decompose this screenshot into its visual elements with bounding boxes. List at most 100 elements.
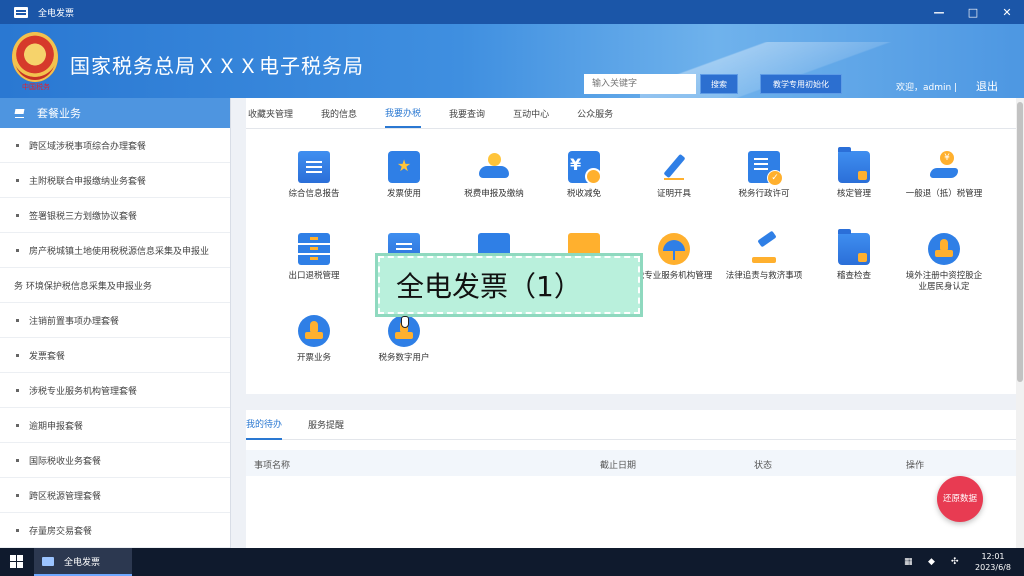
sidebar-item[interactable]: 注销前置事项办理套餐 <box>0 303 230 338</box>
service-tile[interactable]: 法律追责与救济事项 <box>722 233 806 282</box>
sidebar-item[interactable]: 签署银税三方划缴协议套餐 <box>0 198 230 233</box>
service-label: 稽查检查 <box>836 271 871 281</box>
site-title: 国家税务总局ＸＸＸ电子税务局 <box>70 54 364 78</box>
welcome-text: 欢迎，admin | <box>896 83 958 93</box>
page-scrollbar[interactable] <box>1016 98 1024 548</box>
sidebar-item[interactable]: 主附税联合申报缴纳业务套餐 <box>0 163 230 198</box>
service-tile[interactable]: 稽查检查 <box>812 229 896 282</box>
app-icon <box>42 556 54 566</box>
window-title: 全电发票 <box>38 8 75 19</box>
minimize-button[interactable]: — <box>922 0 956 24</box>
bullet-icon <box>16 423 19 427</box>
hand-coin-icon <box>478 151 510 183</box>
column-header: 状态 <box>754 461 773 471</box>
nav-tab[interactable]: 我要办税 <box>385 98 422 128</box>
sidebar-item-label: 房产税城镇土地使用税税源信息采集及申报业 <box>29 246 210 257</box>
service-label: 证明开具 <box>656 189 691 199</box>
sidebar-item-label: 主附税联合申报缴纳业务套餐 <box>29 176 147 187</box>
sidebar-item[interactable]: 跨区税源管理套餐 <box>0 478 230 513</box>
service-tile[interactable]: 综合信息报告 <box>272 151 356 200</box>
service-label: 境外注册中资控股企业居民身认定 <box>905 271 983 292</box>
nav-tab[interactable]: 我要查询 <box>449 98 485 128</box>
sidebar-item[interactable]: 逾期申报套餐 <box>0 408 230 443</box>
bullet-icon <box>16 388 19 392</box>
nav-tab[interactable]: 公众服务 <box>577 98 613 128</box>
scrollbar-thumb[interactable] <box>1017 102 1023 382</box>
sidebar-item-label: 发票套餐 <box>29 351 66 362</box>
bullet-icon <box>16 248 19 252</box>
service-label: 税专业服务机构管理 <box>635 271 713 281</box>
sidebar-item-label: 国际税收业务套餐 <box>29 456 102 467</box>
service-tile[interactable]: 税专业服务机构管理 <box>632 233 716 282</box>
service-label: 一般退（抵）税管理 <box>905 189 983 199</box>
teaching-init-button[interactable]: 教学专用初始化 <box>760 74 842 94</box>
expand-icon[interactable]: ✣ <box>951 548 959 576</box>
column-header: 操作 <box>906 461 925 471</box>
restore-data-button[interactable]: 还原数据 <box>937 476 983 522</box>
yen-ticket-icon <box>568 151 602 185</box>
bullet-icon <box>16 318 19 322</box>
todo-tabs: 我的待办 服务提醒 <box>246 410 1016 440</box>
service-tile[interactable]: 核定管理 <box>812 147 896 200</box>
coin-hand-icon <box>928 151 960 183</box>
sidebar-title: 套餐业务 <box>37 107 81 120</box>
column-header: 事项名称 <box>254 461 291 471</box>
windows-start-icon[interactable] <box>10 555 24 569</box>
taskbar-clock[interactable]: 12:01 2023/6/8 <box>968 551 1018 573</box>
bullet-icon <box>16 458 19 462</box>
search-input[interactable] <box>584 74 696 94</box>
sidebar-item[interactable]: 房产税城镇土地使用税税源信息采集及申报业 <box>0 233 230 268</box>
app-icon <box>14 6 28 18</box>
service-tile[interactable]: 税务行政许可 <box>722 151 806 200</box>
sidebar-item[interactable]: 发票套餐 <box>0 338 230 373</box>
sidebar-item[interactable]: 跨区域涉税事项综合办理套餐 <box>0 128 230 163</box>
sidebar-list: 跨区域涉税事项综合办理套餐主附税联合申报缴纳业务套餐签署银税三方划缴协议套餐房产… <box>0 128 230 548</box>
bullet-icon <box>16 528 19 532</box>
layers-icon <box>14 109 25 118</box>
sidebar-header: 套餐业务 <box>0 98 230 128</box>
service-tile[interactable]: 发票使用 <box>362 151 446 200</box>
logout-link[interactable]: 退出 <box>976 78 998 94</box>
todo-tab[interactable]: 服务提醒 <box>308 410 344 440</box>
nav-tab[interactable]: 我的信息 <box>321 98 357 128</box>
service-tile[interactable]: 税收减免 <box>542 151 626 200</box>
maximize-button[interactable]: □ <box>956 0 990 24</box>
column-header: 截止日期 <box>600 461 637 471</box>
search-button[interactable]: 搜索 <box>700 74 738 94</box>
todo-table-header: 事项名称 截止日期 状态 操作 <box>246 450 1016 476</box>
taskbar: 全电发票 ▦ ◆ ✣ 12:01 2023/6/8 <box>0 548 1024 576</box>
taskbar-app-button[interactable]: 全电发票 <box>34 548 132 576</box>
cabinet-icon <box>298 233 330 265</box>
sidebar-item[interactable]: 国际税收业务套餐 <box>0 443 230 478</box>
service-label: 综合信息报告 <box>288 189 340 199</box>
bullet-icon <box>16 178 19 182</box>
sidebar-item[interactable]: 涉税专业服务机构管理套餐 <box>0 373 230 408</box>
tag-icon[interactable]: ◆ <box>928 548 935 576</box>
service-tile[interactable]: 证明开具 <box>632 151 716 200</box>
service-tile[interactable]: 开票业务 <box>272 315 356 364</box>
window-controls: — □ ✕ <box>922 0 1024 24</box>
nav-tab[interactable]: 互动中心 <box>513 98 549 128</box>
sidebar-item[interactable]: 存量房交易套餐 <box>0 513 230 548</box>
sidebar-item-label: 存量房交易套餐 <box>29 526 93 537</box>
circle-stamp-icon <box>298 315 330 347</box>
service-tile[interactable]: 税费申报及缴纳 <box>452 151 536 200</box>
todo-panel: 我的待办 服务提醒 事项名称 截止日期 状态 操作 <box>246 410 1016 548</box>
service-label: 法律追责与救济事项 <box>725 271 803 281</box>
nav-tab[interactable]: 收藏夹管理 <box>248 98 293 128</box>
close-button[interactable]: ✕ <box>990 0 1024 24</box>
service-tile[interactable]: 出口退税管理 <box>272 233 356 282</box>
gavel-icon <box>748 233 780 265</box>
calculator-icon[interactable]: ▦ <box>904 548 913 576</box>
todo-tab[interactable]: 我的待办 <box>246 410 283 440</box>
service-tile[interactable]: 一般退（抵）税管理 <box>902 151 986 200</box>
service-tile[interactable]: 境外注册中资控股企业居民身认定 <box>902 233 986 293</box>
sidebar-item[interactable]: 务 环境保护税信息采集及申报业务 <box>0 268 230 303</box>
folder-icon <box>838 147 870 183</box>
service-label: 核定管理 <box>836 189 871 199</box>
umbrella-icon <box>658 233 690 265</box>
circle-stamp-icon <box>928 233 960 265</box>
video-caption: 全电发票（1） <box>378 256 640 314</box>
sidebar-item-label: 跨区税源管理套餐 <box>29 491 102 502</box>
document-icon <box>298 151 330 183</box>
